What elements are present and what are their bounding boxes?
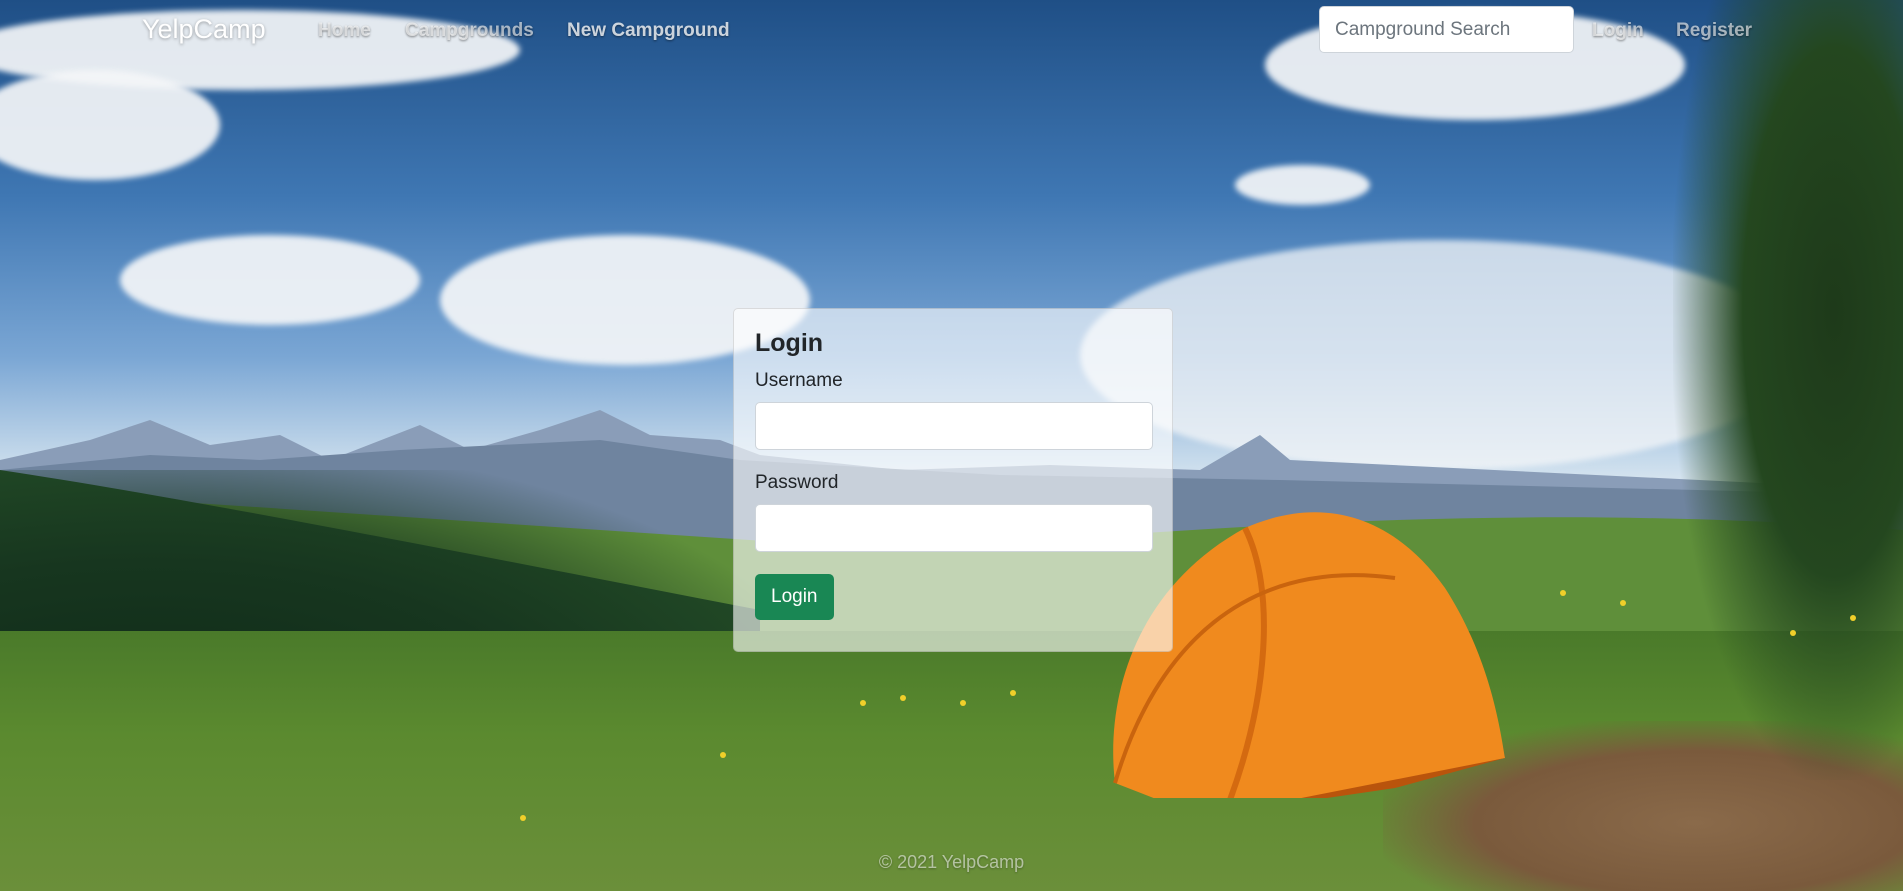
nav-campgrounds-link[interactable]: Campgrounds [405,20,534,42]
flower [720,752,726,758]
password-label: Password [755,472,839,493]
campground-search-input[interactable] [1319,6,1574,53]
login-title: Login [755,329,824,357]
login-submit-button[interactable]: Login [755,574,834,620]
brand-logo[interactable]: YelpCamp [142,14,266,45]
cloud [120,235,420,325]
nav-new-campground-link[interactable]: New Campground [567,20,730,42]
footer-copyright: © 2021 YelpCamp [878,852,1025,872]
flower [1850,615,1856,621]
username-input[interactable] [755,402,1153,450]
flower [520,815,526,821]
flower [1790,630,1796,636]
navbar: YelpCamp Home Campgrounds New Campground… [0,0,1903,64]
flower [1560,590,1566,596]
nav-home-link[interactable]: Home [318,20,371,42]
flower [900,695,906,701]
username-label: Username [755,370,843,391]
login-card: Login Username Password Login [733,308,1173,652]
flower [1010,690,1016,696]
nav-login-link[interactable]: Login [1592,20,1644,42]
password-input[interactable] [755,504,1153,552]
flower [860,700,866,706]
nav-register-link[interactable]: Register [1676,20,1752,42]
cloud [1235,165,1370,205]
flower [960,700,966,706]
flower [1620,600,1626,606]
pine-tree [1673,0,1903,780]
